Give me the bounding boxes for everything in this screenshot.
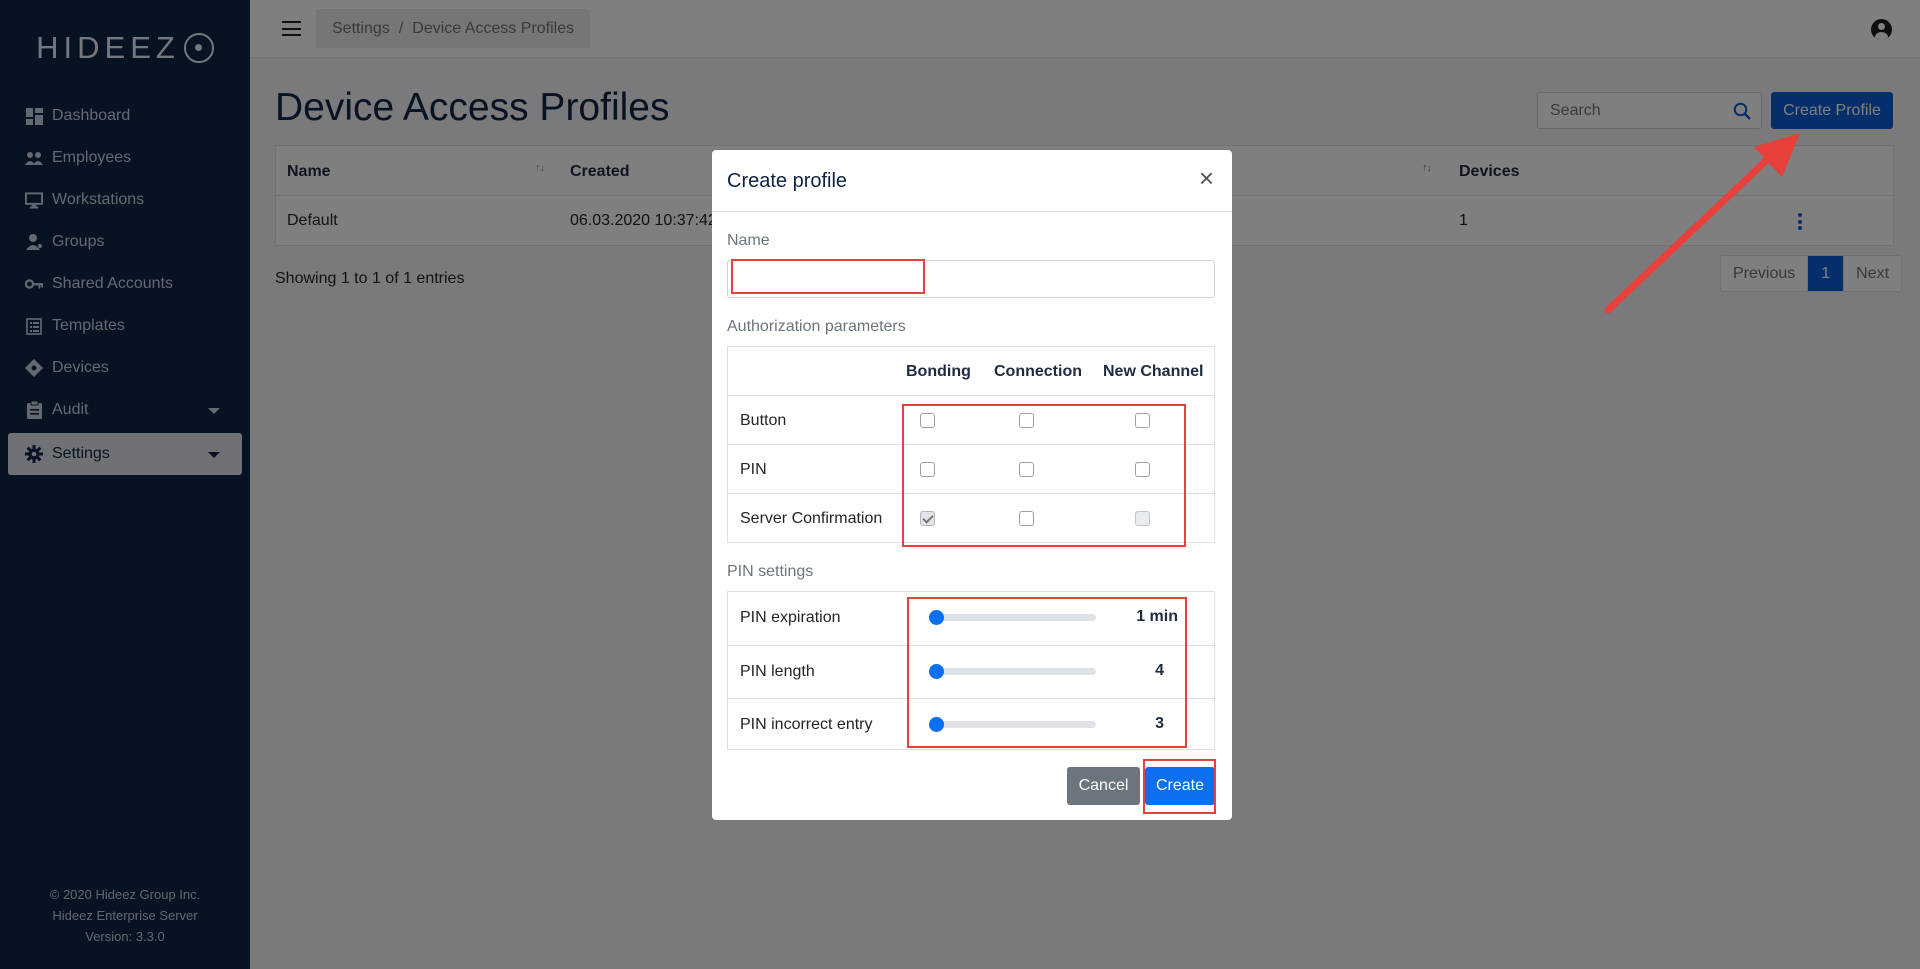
column-header-connection: Connection: [994, 363, 1082, 380]
column-header-bonding: Bonding: [906, 363, 971, 380]
cancel-button[interactable]: Cancel: [1067, 767, 1140, 805]
pin-row-label: PIN expiration: [740, 609, 841, 626]
auth-row-label: Server Confirmation: [740, 510, 883, 527]
name-label: Name: [727, 232, 770, 249]
column-header-new-channel: New Channel: [1103, 363, 1204, 380]
pin-row-label: PIN incorrect entry: [740, 716, 873, 733]
annotation-name-highlight: [731, 259, 925, 294]
pin-settings-label: PIN settings: [727, 563, 814, 580]
annotation-arrow-icon: [1604, 133, 1800, 314]
auth-params-label: Authorization parameters: [727, 318, 906, 335]
annotation-sliders-highlight: [907, 597, 1187, 748]
modal-header: Create profile ×: [712, 150, 1232, 212]
modal-title: Create profile: [727, 170, 848, 192]
pin-row-label: PIN length: [740, 663, 815, 680]
auth-row-label: PIN: [740, 461, 767, 478]
annotation-create-highlight: [1143, 759, 1216, 814]
annotation-checkboxes-highlight: [902, 404, 1186, 547]
close-icon[interactable]: ×: [1199, 165, 1214, 191]
auth-row-label: Button: [740, 412, 787, 429]
